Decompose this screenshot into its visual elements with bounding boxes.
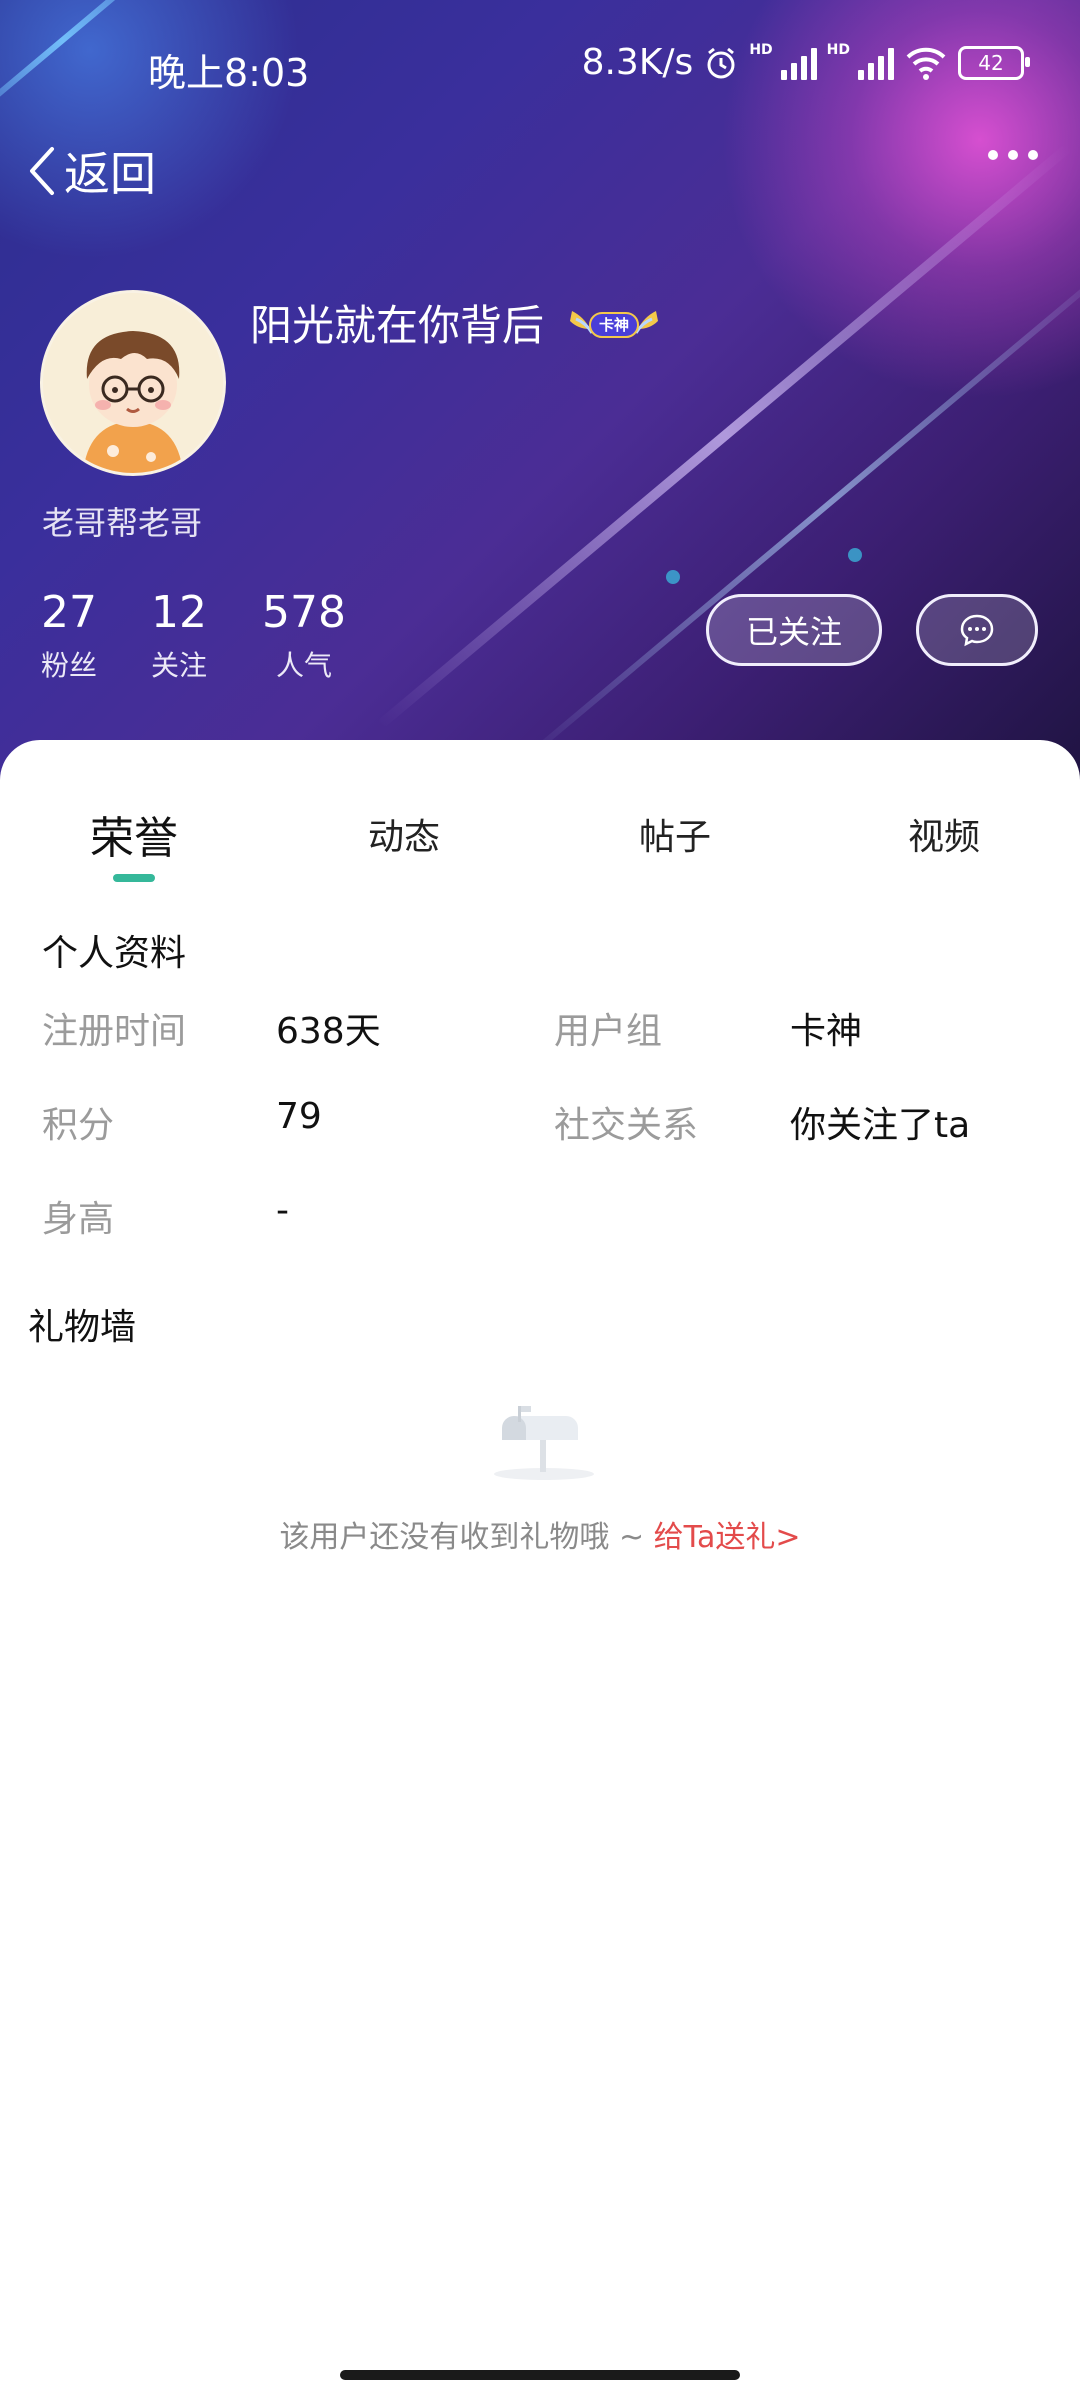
back-label: 返回 <box>64 147 156 201</box>
tab-videos[interactable]: 视频 <box>908 808 980 860</box>
more-options-button[interactable] <box>988 150 1038 160</box>
home-indicator[interactable] <box>340 2370 740 2380</box>
height-label: 身高 <box>42 1199 115 1240</box>
profile-info-title: 个人资料 <box>42 933 187 974</box>
stat-value: 27 <box>41 587 97 638</box>
stat-fans[interactable]: 27 粉丝 <box>38 588 100 684</box>
avatar[interactable] <box>40 290 226 476</box>
badge-label: 卡神 <box>599 315 630 334</box>
tab-bar: 荣誉 动态 帖子 视频 <box>0 808 1080 888</box>
chat-bubble-icon <box>960 614 994 647</box>
more-dot-icon <box>988 150 998 160</box>
stat-label: 关注 <box>150 649 207 682</box>
nickname: 阳光就在你背后 <box>250 301 545 350</box>
content-sheet: 荣誉 动态 帖子 视频 个人资料 注册时间 638天 用户组 卡神 积分 79 … <box>0 740 1080 2400</box>
net-speed: 8.3K/s <box>581 42 694 83</box>
level-badge: 卡神 <box>566 303 662 343</box>
sparkle-dot <box>848 548 862 562</box>
back-button[interactable]: 返回 <box>24 138 156 204</box>
user-group-label: 用户组 <box>554 1011 663 1052</box>
gift-empty-text: 该用户还没有收到礼物哦 ~ <box>279 1520 654 1555</box>
battery-level: 42 <box>978 50 1004 75</box>
stat-label: 人气 <box>275 649 332 682</box>
gift-empty-message: 该用户还没有收到礼物哦 ~ 给Ta送礼> <box>0 1512 1080 1556</box>
nickname-row: 阳光就在你背后 卡神 <box>250 292 662 353</box>
stat-value: 578 <box>262 587 346 638</box>
more-dot-icon <box>1028 150 1038 160</box>
more-dot-icon <box>1008 150 1018 160</box>
stat-popularity[interactable]: 578 人气 <box>260 588 348 684</box>
message-button[interactable] <box>916 594 1038 666</box>
alarm-icon <box>707 47 735 78</box>
avatar-illustration <box>43 293 223 473</box>
tab-activity[interactable]: 动态 <box>368 808 440 860</box>
signal-icon <box>780 46 817 80</box>
chevron-left-icon <box>30 147 54 195</box>
user-group-value: 卡神 <box>790 1011 863 1052</box>
register-time-label: 注册时间 <box>42 1011 187 1052</box>
hd-badge: HD <box>749 42 773 58</box>
followed-button[interactable]: 已关注 <box>706 594 882 666</box>
register-time-value: 638天 <box>276 1011 381 1052</box>
stat-following[interactable]: 12 关注 <box>148 588 210 684</box>
wifi-icon <box>906 47 946 80</box>
height-value: - <box>276 1190 289 1231</box>
status-time: 晚上8:03 <box>148 51 310 95</box>
header-glow <box>0 0 300 260</box>
send-gift-link[interactable]: 给Ta送礼> <box>654 1520 801 1555</box>
relation-label: 社交关系 <box>554 1105 699 1146</box>
status-bar: 晚上8:03 8.3K/s HD HD 42 <box>0 42 1080 98</box>
status-icons: 8.3K/s HD HD 42 <box>581 42 1030 83</box>
tab-honor[interactable]: 荣誉 <box>90 802 178 866</box>
signature: 老哥帮老哥 <box>42 504 203 542</box>
points-value: 79 <box>276 1096 322 1137</box>
points-label: 积分 <box>42 1105 115 1146</box>
stat-label: 粉丝 <box>40 649 97 682</box>
sparkle-dot <box>666 570 680 584</box>
active-tab-indicator <box>113 874 155 882</box>
signal-icon <box>858 46 894 80</box>
hd-badge: HD <box>826 42 850 58</box>
relation-value: 你关注了ta <box>790 1105 971 1146</box>
tab-posts[interactable]: 帖子 <box>639 808 711 860</box>
empty-mailbox-icon <box>494 1406 594 1480</box>
battery-icon: 42 <box>958 45 1030 80</box>
gift-wall-title: 礼物墙 <box>28 1307 137 1348</box>
stat-value: 12 <box>151 587 207 638</box>
